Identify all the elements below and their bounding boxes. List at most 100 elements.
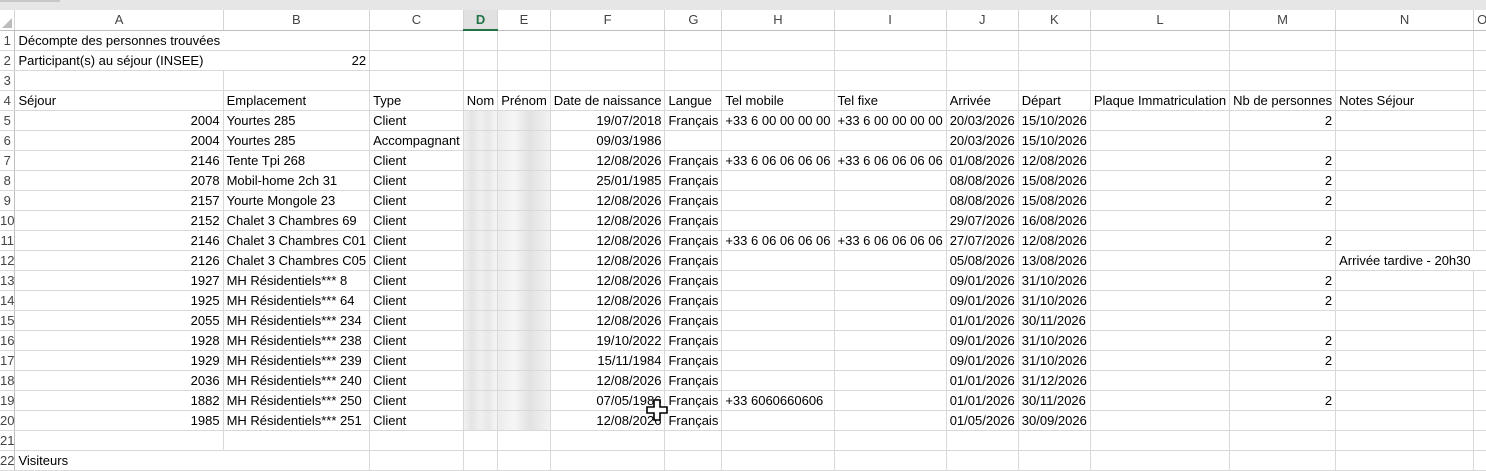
cell-tel-fixe[interactable] [834, 330, 947, 351]
cell-nb-personnes[interactable]: 2 [1229, 390, 1337, 411]
cell-date-naissance[interactable]: 12/08/2026 [550, 310, 666, 331]
cell-date-naissance[interactable]: 19/10/2022 [550, 330, 666, 351]
cell-notes[interactable] [1335, 30, 1475, 51]
cell-o[interactable] [1473, 30, 1486, 51]
cell-arrivee[interactable]: 29/07/2026 [946, 210, 1019, 231]
cell-sejour[interactable]: 2036 [14, 370, 224, 391]
cell-notes[interactable] [1335, 350, 1475, 371]
cell-nb-personnes[interactable] [1229, 130, 1337, 151]
cell-plaque[interactable] [1090, 190, 1231, 211]
cell-date-naissance[interactable]: 12/08/2026 [550, 290, 666, 311]
cell-tel-mobile[interactable] [721, 350, 835, 371]
cell-type[interactable]: Client [369, 310, 464, 331]
cell-type[interactable]: Client [369, 190, 464, 211]
cell-emplacement[interactable]: Yourtes 285 [223, 110, 371, 131]
cell-tel-mobile[interactable] [721, 450, 835, 471]
cell-sejour[interactable]: Visiteurs [14, 450, 224, 471]
cell-depart[interactable]: 15/10/2026 [1018, 130, 1091, 151]
cell-depart[interactable]: 30/11/2026 [1018, 310, 1091, 331]
cell-depart[interactable] [1018, 450, 1091, 471]
row-header[interactable]: 1 [0, 30, 16, 51]
cell-arrivee[interactable]: 01/01/2026 [946, 390, 1019, 411]
cell-nom[interactable] [463, 370, 499, 391]
cell-langue[interactable]: Langue [664, 90, 723, 111]
cell-sejour[interactable] [14, 70, 224, 91]
cell-notes[interactable]: Notes Séjour [1335, 90, 1475, 111]
cell-arrivee[interactable]: 08/08/2026 [946, 190, 1019, 211]
cell-tel-mobile[interactable] [721, 270, 835, 291]
cell-prenom[interactable] [497, 390, 551, 411]
cell-tel-fixe[interactable] [834, 270, 947, 291]
cell-plaque[interactable] [1090, 450, 1231, 471]
column-header-l[interactable]: L [1090, 10, 1231, 31]
row-header[interactable]: 10 [0, 210, 16, 231]
cell-sejour[interactable]: 2157 [14, 190, 224, 211]
cell-arrivee[interactable] [946, 70, 1019, 91]
cell-nb-personnes[interactable]: 2 [1229, 330, 1337, 351]
cell-emplacement[interactable]: Yourtes 285 [223, 130, 371, 151]
cell-langue[interactable]: Français [664, 310, 723, 331]
cell-sejour[interactable]: 1928 [14, 330, 224, 351]
cell-o[interactable] [1473, 330, 1486, 351]
cell-sejour[interactable]: 2126 [14, 250, 224, 271]
cell-emplacement[interactable]: MH Résidentiels*** 239 [223, 350, 371, 371]
cell-notes[interactable] [1335, 390, 1475, 411]
cell-o[interactable] [1473, 370, 1486, 391]
cell-tel-fixe[interactable] [834, 450, 947, 471]
cell-tel-fixe[interactable]: +33 6 06 06 06 06 [834, 150, 947, 171]
cell-nb-personnes[interactable]: 2 [1229, 170, 1337, 191]
row-header[interactable]: 11 [0, 230, 16, 251]
cell-type[interactable]: Client [369, 410, 464, 431]
cell-nom[interactable] [463, 110, 499, 131]
cell-nom[interactable] [463, 50, 499, 71]
cell-langue[interactable]: Français [664, 150, 723, 171]
cell-sejour[interactable]: 2078 [14, 170, 224, 191]
column-header-g[interactable]: G [664, 10, 723, 31]
cell-plaque[interactable] [1090, 230, 1231, 251]
cell-arrivee[interactable]: 05/08/2026 [946, 250, 1019, 271]
cell-arrivee[interactable]: 09/01/2026 [946, 270, 1019, 291]
cell-emplacement[interactable]: Chalet 3 Chambres C05 [223, 250, 371, 271]
cell-nb-personnes[interactable]: 2 [1229, 350, 1337, 371]
cell-emplacement[interactable]: MH Résidentiels*** 250 [223, 390, 371, 411]
cell-depart[interactable]: 13/08/2026 [1018, 250, 1091, 271]
cell-emplacement[interactable] [223, 430, 371, 451]
cell-arrivee[interactable] [946, 30, 1019, 51]
cell-tel-mobile[interactable] [721, 290, 835, 311]
cell-nb-personnes[interactable]: 2 [1229, 290, 1337, 311]
cell-depart[interactable]: 31/12/2026 [1018, 370, 1091, 391]
cell-plaque[interactable] [1090, 290, 1231, 311]
column-header-a[interactable]: A [14, 10, 224, 31]
cell-tel-mobile[interactable] [721, 30, 835, 51]
cell-o[interactable] [1473, 270, 1486, 291]
cell-depart[interactable]: Départ [1018, 90, 1091, 111]
row-header[interactable]: 7 [0, 150, 16, 171]
cell-emplacement[interactable]: MH Résidentiels*** 240 [223, 370, 371, 391]
cell-notes[interactable] [1335, 110, 1475, 131]
cell-emplacement[interactable]: MH Résidentiels*** 234 [223, 310, 371, 331]
cell-langue[interactable] [664, 450, 723, 471]
row-header[interactable]: 21 [0, 430, 16, 451]
cell-langue[interactable]: Français [664, 270, 723, 291]
cell-type[interactable] [369, 450, 464, 471]
cell-nb-personnes[interactable] [1229, 50, 1337, 71]
cell-prenom[interactable] [497, 450, 551, 471]
cell-tel-mobile[interactable] [721, 310, 835, 331]
cell-tel-mobile[interactable]: +33 6 00 00 00 00 [721, 110, 835, 131]
cell-nom[interactable] [463, 230, 499, 251]
cell-notes[interactable] [1335, 50, 1475, 71]
cell-sejour[interactable]: Décompte des personnes trouvées [14, 30, 224, 51]
cell-type[interactable]: Accompagnant [369, 130, 464, 151]
row-header[interactable]: 2 [0, 50, 16, 71]
cell-depart[interactable]: 12/08/2026 [1018, 230, 1091, 251]
cell-sejour[interactable]: Participant(s) au séjour (INSEE) [14, 50, 224, 71]
cell-langue[interactable]: Français [664, 210, 723, 231]
cell-depart[interactable]: 16/08/2026 [1018, 210, 1091, 231]
row-header[interactable]: 19 [0, 390, 16, 411]
cell-emplacement[interactable]: MH Résidentiels*** 238 [223, 330, 371, 351]
cell-sejour[interactable] [14, 430, 224, 451]
cell-nom[interactable] [463, 130, 499, 151]
cell-sejour[interactable]: 1927 [14, 270, 224, 291]
cell-tel-fixe[interactable] [834, 50, 947, 71]
cell-tel-mobile[interactable] [721, 410, 835, 431]
